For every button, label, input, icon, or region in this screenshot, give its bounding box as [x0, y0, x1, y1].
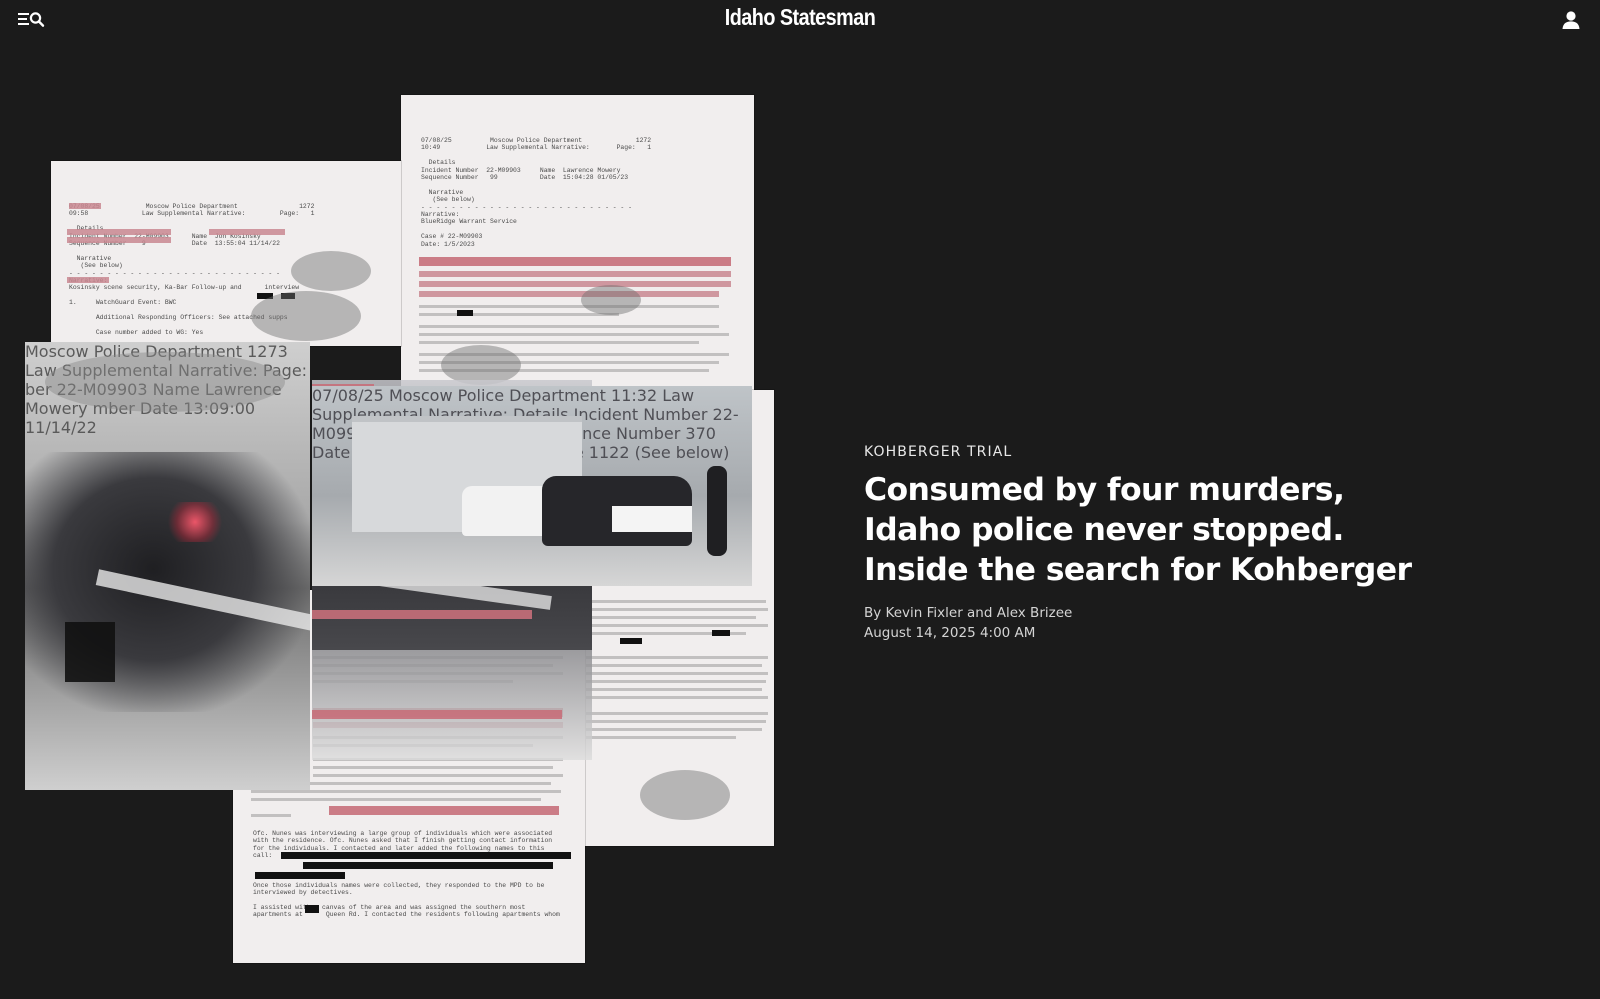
- headline-line: Inside the search for Kohberger: [864, 552, 1412, 588]
- page: Idaho Statesman 07/08/25 Moscow Police D…: [0, 0, 1600, 999]
- section-kicker[interactable]: KOHBERGER TRIAL: [864, 444, 1564, 460]
- document-text: 07/08/25 Moscow Police Department 1272 1…: [421, 137, 652, 248]
- byline[interactable]: By Kevin Fixler and Alex Brizee: [864, 603, 1564, 623]
- user-icon[interactable]: [1560, 9, 1582, 31]
- house-photo: 07/08/25 Moscow Police Department 11:32 …: [312, 386, 752, 586]
- headline-line: Idaho police never stopped.: [864, 512, 1344, 548]
- hero-collage-image: 07/08/25 Moscow Police Department 1272 1…: [0, 0, 800, 999]
- police-report-document: 07/08/25 Moscow Police Department 1272 0…: [51, 161, 401, 346]
- police-report-document: 07/08/25 Moscow Police Department 1272 1…: [401, 95, 754, 395]
- article-header: KOHBERGER TRIAL Consumed by four murders…: [864, 444, 1564, 643]
- article-headline: Consumed by four murders, Idaho police n…: [864, 470, 1564, 590]
- publish-date: August 14, 2025 4:00 AM: [864, 625, 1036, 641]
- police-car-photo: Moscow Police Department 1273 Law Supple…: [25, 342, 310, 790]
- headline-line: Consumed by four murders,: [864, 472, 1345, 508]
